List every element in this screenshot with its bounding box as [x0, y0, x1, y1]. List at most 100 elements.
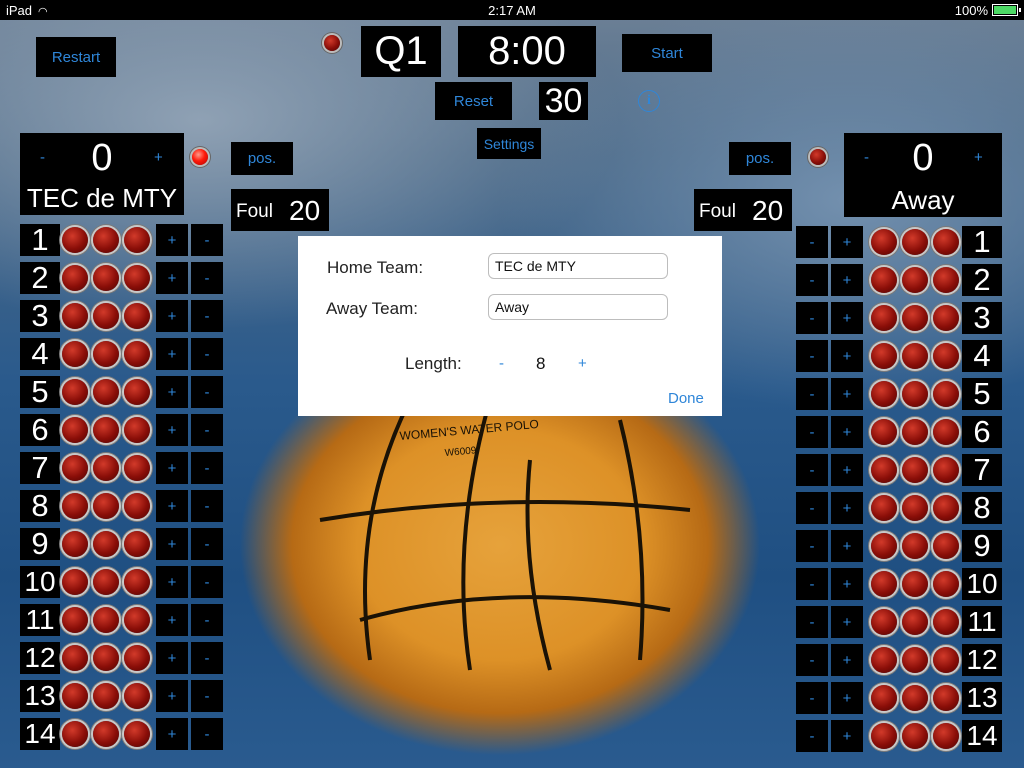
home-player-3-foul-led-1[interactable]: [62, 303, 88, 329]
home-player-3-foul-led-2[interactable]: [93, 303, 119, 329]
home-player-7-plus-button[interactable]: +: [156, 452, 188, 484]
away-player-8-foul-led-1[interactable]: [871, 495, 897, 521]
home-player-9-foul-led-3[interactable]: [124, 531, 150, 557]
away-player-1-minus-button[interactable]: -: [796, 226, 828, 258]
away-player-10-minus-button[interactable]: -: [796, 568, 828, 600]
home-player-5-foul-led-2[interactable]: [93, 379, 119, 405]
away-player-8-foul-led-2[interactable]: [902, 495, 928, 521]
home-player-6-plus-button[interactable]: +: [156, 414, 188, 446]
home-player-7-foul-led-3[interactable]: [124, 455, 150, 481]
away-player-1-foul-led-1[interactable]: [871, 229, 897, 255]
done-button[interactable]: Done: [668, 390, 704, 407]
home-player-5-foul-led-3[interactable]: [124, 379, 150, 405]
home-team-input[interactable]: [488, 253, 668, 279]
away-player-11-minus-button[interactable]: -: [796, 606, 828, 638]
away-player-9-foul-led-1[interactable]: [871, 533, 897, 559]
away-player-10-foul-led-1[interactable]: [871, 571, 897, 597]
home-player-12-minus-button[interactable]: -: [191, 642, 223, 674]
home-player-13-minus-button[interactable]: -: [191, 680, 223, 712]
away-player-8-minus-button[interactable]: -: [796, 492, 828, 524]
away-player-3-minus-button[interactable]: -: [796, 302, 828, 334]
home-player-5-minus-button[interactable]: -: [191, 376, 223, 408]
home-player-1-minus-button[interactable]: -: [191, 224, 223, 256]
away-player-1-foul-led-2[interactable]: [902, 229, 928, 255]
away-player-6-foul-led-1[interactable]: [871, 419, 897, 445]
settings-button[interactable]: Settings: [477, 128, 541, 159]
home-player-5-plus-button[interactable]: +: [156, 376, 188, 408]
away-player-4-minus-button[interactable]: -: [796, 340, 828, 372]
away-player-12-plus-button[interactable]: +: [831, 644, 863, 676]
away-player-3-foul-led-1[interactable]: [871, 305, 897, 331]
home-player-4-minus-button[interactable]: -: [191, 338, 223, 370]
away-player-13-foul-led-2[interactable]: [902, 685, 928, 711]
away-player-6-foul-led-3[interactable]: [933, 419, 959, 445]
away-player-4-plus-button[interactable]: +: [831, 340, 863, 372]
away-score-plus-button[interactable]: +: [974, 149, 983, 166]
home-player-2-foul-led-3[interactable]: [124, 265, 150, 291]
away-player-11-foul-led-3[interactable]: [933, 609, 959, 635]
home-player-2-plus-button[interactable]: +: [156, 262, 188, 294]
away-player-7-plus-button[interactable]: +: [831, 454, 863, 486]
home-player-1-plus-button[interactable]: +: [156, 224, 188, 256]
home-player-8-foul-led-3[interactable]: [124, 493, 150, 519]
home-player-1-foul-led-2[interactable]: [93, 227, 119, 253]
home-player-3-minus-button[interactable]: -: [191, 300, 223, 332]
away-player-13-foul-led-1[interactable]: [871, 685, 897, 711]
away-player-13-foul-led-3[interactable]: [933, 685, 959, 711]
away-player-7-foul-led-3[interactable]: [933, 457, 959, 483]
home-player-4-foul-led-2[interactable]: [93, 341, 119, 367]
home-player-7-foul-led-2[interactable]: [93, 455, 119, 481]
away-player-1-foul-led-3[interactable]: [933, 229, 959, 255]
home-player-11-foul-led-1[interactable]: [62, 607, 88, 633]
away-player-10-plus-button[interactable]: +: [831, 568, 863, 600]
away-player-14-foul-led-2[interactable]: [902, 723, 928, 749]
home-player-13-foul-led-1[interactable]: [62, 683, 88, 709]
home-player-9-foul-led-1[interactable]: [62, 531, 88, 557]
away-pos-button[interactable]: pos.: [729, 142, 791, 175]
home-player-9-plus-button[interactable]: +: [156, 528, 188, 560]
away-player-2-plus-button[interactable]: +: [831, 264, 863, 296]
away-player-9-foul-led-3[interactable]: [933, 533, 959, 559]
home-player-7-foul-led-1[interactable]: [62, 455, 88, 481]
away-player-4-foul-led-1[interactable]: [871, 343, 897, 369]
away-player-14-minus-button[interactable]: -: [796, 720, 828, 752]
away-player-10-foul-led-2[interactable]: [902, 571, 928, 597]
home-player-12-foul-led-3[interactable]: [124, 645, 150, 671]
home-player-8-minus-button[interactable]: -: [191, 490, 223, 522]
away-player-2-foul-led-1[interactable]: [871, 267, 897, 293]
home-player-10-foul-led-1[interactable]: [62, 569, 88, 595]
home-player-4-foul-led-3[interactable]: [124, 341, 150, 367]
home-player-6-foul-led-1[interactable]: [62, 417, 88, 443]
away-player-5-plus-button[interactable]: +: [831, 378, 863, 410]
away-team-input[interactable]: [488, 294, 668, 320]
home-player-12-plus-button[interactable]: +: [156, 642, 188, 674]
away-player-7-foul-led-2[interactable]: [902, 457, 928, 483]
away-player-5-foul-led-3[interactable]: [933, 381, 959, 407]
away-player-4-foul-led-2[interactable]: [902, 343, 928, 369]
away-player-13-plus-button[interactable]: +: [831, 682, 863, 714]
home-player-2-minus-button[interactable]: -: [191, 262, 223, 294]
home-player-10-foul-led-2[interactable]: [93, 569, 119, 595]
home-player-3-foul-led-3[interactable]: [124, 303, 150, 329]
away-player-7-minus-button[interactable]: -: [796, 454, 828, 486]
home-player-2-foul-led-2[interactable]: [93, 265, 119, 291]
home-score-plus-button[interactable]: +: [154, 149, 163, 166]
info-icon[interactable]: i: [638, 90, 660, 112]
home-player-2-foul-led-1[interactable]: [62, 265, 88, 291]
home-player-6-foul-led-2[interactable]: [93, 417, 119, 443]
home-player-3-plus-button[interactable]: +: [156, 300, 188, 332]
away-player-2-foul-led-2[interactable]: [902, 267, 928, 293]
home-player-13-foul-led-3[interactable]: [124, 683, 150, 709]
home-player-11-plus-button[interactable]: +: [156, 604, 188, 636]
home-player-14-foul-led-1[interactable]: [62, 721, 88, 747]
home-player-5-foul-led-1[interactable]: [62, 379, 88, 405]
home-player-10-minus-button[interactable]: -: [191, 566, 223, 598]
away-player-2-foul-led-3[interactable]: [933, 267, 959, 293]
away-player-12-foul-led-1[interactable]: [871, 647, 897, 673]
start-button[interactable]: Start: [622, 34, 712, 72]
away-player-11-plus-button[interactable]: +: [831, 606, 863, 638]
away-player-11-foul-led-1[interactable]: [871, 609, 897, 635]
home-player-12-foul-led-2[interactable]: [93, 645, 119, 671]
home-player-7-minus-button[interactable]: -: [191, 452, 223, 484]
away-player-7-foul-led-1[interactable]: [871, 457, 897, 483]
